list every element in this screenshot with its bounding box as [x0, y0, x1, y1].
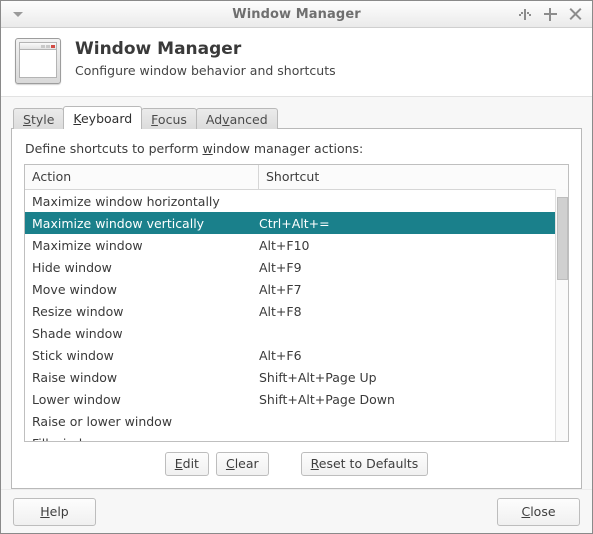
reset-to-defaults-button[interactable]: Reset to Defaults — [300, 452, 429, 476]
titlebar: Window Manager — [1, 1, 592, 28]
help-button[interactable]: Help — [13, 497, 96, 526]
cell-action: Resize window — [32, 303, 124, 319]
tab-keyboard[interactable]: Keyboard — [63, 106, 143, 129]
cell-shortcut: Alt+F7 — [259, 281, 302, 297]
keyboard-tab-panel: Define shortcuts to perform window manag… — [11, 128, 582, 489]
cell-shortcut: Alt+F8 — [259, 303, 302, 319]
table-row[interactable]: Maximize window Alt+F10 — [25, 234, 568, 256]
table-row[interactable]: Raise or lower window — [25, 410, 568, 432]
table-row[interactable]: Maximize window horizontally — [25, 190, 568, 212]
vertical-scrollbar[interactable] — [555, 189, 568, 441]
shortcuts-description: Define shortcuts to perform window manag… — [25, 141, 364, 156]
window-menu-button[interactable] — [1, 1, 35, 27]
shortcuts-list[interactable]: Action Shortcut Maximize window horizont… — [24, 164, 569, 442]
shortcut-actions: Edit Clear Reset to Defaults — [24, 442, 569, 478]
cell-action: Raise or lower window — [32, 413, 173, 429]
header-text: Window Manager Configure window behavior… — [75, 38, 336, 78]
tabstrip: Style Keyboard Focus Advanced — [11, 106, 582, 129]
cell-action: Hide window — [32, 259, 112, 275]
scrollbar-thumb[interactable] — [557, 196, 568, 280]
cell-action: Shade window — [32, 325, 123, 341]
shade-up-arrow-icon[interactable] — [518, 7, 532, 21]
page-title: Window Manager — [75, 39, 242, 59]
cell-shortcut: Alt+F10 — [259, 237, 310, 253]
window-manager-dialog: Window Manager Window Manager Configure … — [0, 0, 593, 534]
cell-action: Lower window — [32, 391, 121, 407]
tab-style[interactable]: Style — [13, 108, 65, 129]
dialog-header: Window Manager Configure window behavior… — [1, 28, 592, 97]
cell-action: Maximize window — [32, 237, 143, 253]
page-subtitle: Configure window behavior and shortcuts — [75, 63, 336, 79]
cell-action: Raise window — [32, 369, 118, 385]
table-row[interactable]: Lower window Shift+Alt+Page Down — [25, 388, 568, 410]
edit-button[interactable]: Edit — [164, 452, 209, 476]
cell-action: Maximize window horizontally — [32, 193, 220, 209]
titlebar-buttons — [518, 7, 592, 21]
cell-action: Move window — [32, 281, 117, 297]
cell-shortcut: Ctrl+Alt+= — [259, 215, 330, 231]
table-row[interactable]: Shade window — [25, 322, 568, 344]
table-row[interactable]: Hide window Alt+F9 — [25, 256, 568, 278]
cell-shortcut: Shift+Alt+Page Up — [259, 369, 377, 385]
column-header-shortcut[interactable]: Shortcut — [258, 165, 568, 189]
list-header: Action Shortcut — [25, 165, 568, 190]
table-row[interactable]: Raise window Shift+Alt+Page Up — [25, 366, 568, 388]
close-button[interactable]: Close — [497, 497, 580, 526]
tab-focus[interactable]: Focus — [141, 108, 197, 129]
maximize-plus-icon[interactable] — [543, 7, 557, 21]
window-menu-triangle-icon — [13, 11, 23, 17]
cell-action: Fill window — [25, 436, 258, 442]
window-manager-icon — [15, 38, 61, 84]
window-title: Window Manager — [232, 6, 361, 22]
column-header-action[interactable]: Action — [25, 165, 258, 189]
cell-action: Stick window — [32, 347, 114, 363]
cell-action: Maximize window vertically — [32, 215, 205, 231]
table-row[interactable]: Move window Alt+F7 — [25, 278, 568, 300]
table-row[interactable]: Maximize window vertically Ctrl+Alt+= — [25, 212, 568, 234]
table-row[interactable]: Resize window Alt+F8 — [25, 300, 568, 322]
dialog-footer: Help Close — [1, 489, 592, 533]
close-icon[interactable] — [568, 7, 582, 21]
table-row[interactable]: Fill window — [25, 432, 568, 442]
tab-advanced[interactable]: Advanced — [195, 108, 278, 129]
tab-area: Style Keyboard Focus Advanced Define sho… — [1, 97, 592, 489]
clear-button[interactable]: Clear — [215, 452, 269, 476]
cell-shortcut: Shift+Alt+Page Down — [259, 391, 395, 407]
table-row[interactable]: Stick window Alt+F6 — [25, 344, 568, 366]
list-rows: Maximize window horizontally Maximize win… — [25, 190, 568, 441]
cell-shortcut: Alt+F6 — [259, 347, 302, 363]
cell-shortcut: Alt+F9 — [259, 259, 302, 275]
